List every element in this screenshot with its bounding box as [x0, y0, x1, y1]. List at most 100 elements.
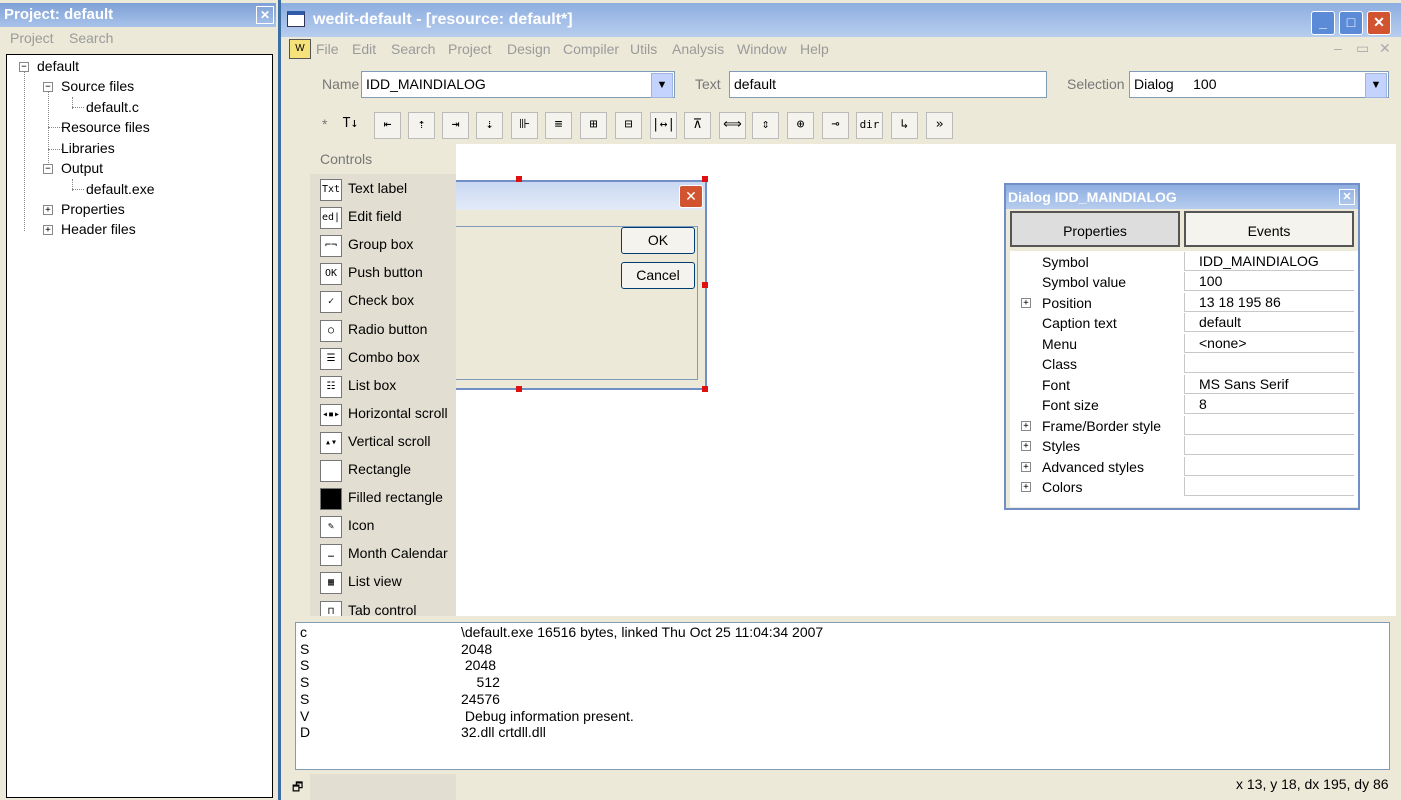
tree-item-libraries[interactable]: Libraries [61, 140, 115, 156]
expand-styles-icon[interactable]: + [1021, 441, 1031, 452]
expand-properties-icon[interactable]: + [43, 205, 53, 215]
collapse-source-files-icon[interactable]: − [43, 82, 53, 92]
space-vertical-icon[interactable]: ⊞ [580, 112, 607, 139]
control-vertical-scroll[interactable]: ▴▾ Vertical scroll [318, 429, 454, 455]
property-value[interactable]: <none> [1184, 333, 1354, 353]
control-filled-rectangle[interactable]: ■ Filled rectangle [318, 485, 454, 511]
property-value[interactable] [1184, 436, 1354, 456]
expand-colors-icon[interactable]: + [1021, 481, 1031, 492]
dir-icon[interactable]: dir [856, 112, 883, 139]
selection-combo[interactable]: Dialog 100 ▼ [1129, 71, 1389, 98]
text-order-icon[interactable]: T↓ [338, 112, 363, 137]
app-menu-icon[interactable]: W [289, 39, 311, 59]
center-horizontal-icon[interactable]: ≡ [545, 112, 572, 139]
design-dialog-close-icon[interactable]: ✕ [679, 185, 703, 208]
property-value[interactable]: MS Sans Serif [1184, 374, 1354, 394]
property-value[interactable]: 13 18 195 86 [1184, 292, 1354, 312]
menu-file[interactable]: File [316, 41, 339, 57]
property-value[interactable]: 8 [1184, 395, 1354, 415]
property-row-colors[interactable]: + Colors [1010, 476, 1356, 497]
tree-item-header-files[interactable]: Header files [61, 221, 136, 237]
close-icon[interactable]: ✕ [1367, 11, 1391, 35]
tree-item-properties[interactable]: Properties [61, 201, 125, 217]
menu-design[interactable]: Design [507, 41, 551, 57]
property-row-font-size[interactable]: Font size 8 [1010, 395, 1356, 415]
property-row-frame-border-style[interactable]: + Frame/Border style [1010, 415, 1356, 436]
same-height-icon[interactable]: ⊼ [684, 112, 711, 139]
design-dialog[interactable]: ✕ OK Cancel [440, 180, 707, 390]
design-cancel-button[interactable]: Cancel [621, 262, 695, 289]
selection-handle-top-right[interactable] [702, 176, 708, 182]
expand-position-icon[interactable]: + [1021, 297, 1031, 308]
menu-help[interactable]: Help [800, 41, 829, 57]
minimize-icon[interactable]: _ [1311, 11, 1335, 35]
expand-header-files-icon[interactable]: + [43, 225, 53, 235]
mdi-minimize-icon[interactable]: – [1334, 40, 1342, 56]
tree-item-default-exe[interactable]: default.exe [86, 181, 155, 197]
property-value[interactable]: default [1184, 313, 1354, 333]
menu-compiler[interactable]: Compiler [563, 41, 619, 57]
control-list-view[interactable]: ▦ List view [318, 569, 454, 595]
tab-order-icon[interactable]: ⊸ [822, 112, 849, 139]
test-dialog-icon[interactable]: ↳ [891, 112, 918, 139]
control-edit-field[interactable]: ed| Edit field [318, 204, 454, 230]
stretch-vertical-icon[interactable]: ⇕ [752, 112, 779, 139]
property-value[interactable] [1184, 476, 1354, 496]
selection-handle-bottom-right[interactable] [702, 386, 708, 392]
align-top-icon[interactable]: ⇡ [408, 112, 435, 139]
tree-item-output[interactable]: Output [61, 160, 103, 176]
control-push-button[interactable]: OK Push button [318, 260, 454, 286]
align-bottom-icon[interactable]: ⇣ [476, 112, 503, 139]
selection-handle-top[interactable] [516, 176, 522, 182]
text-field[interactable]: default [729, 71, 1047, 98]
events-tab-button[interactable]: Events [1184, 211, 1354, 247]
property-value[interactable] [1184, 354, 1354, 374]
control-text-label[interactable]: Txt Text label [318, 176, 454, 202]
selection-combo-chevron-down-icon[interactable]: ▼ [1365, 73, 1387, 98]
property-value[interactable]: 100 [1184, 272, 1354, 292]
control-month-calendar[interactable]: … Month Calendar [318, 541, 454, 567]
maximize-icon[interactable]: □ [1339, 11, 1363, 35]
control-check-box[interactable]: ✓ Check box [318, 288, 454, 314]
name-combo-chevron-down-icon[interactable]: ▼ [651, 73, 673, 98]
menu-utils[interactable]: Utils [630, 41, 657, 57]
selection-handle-bottom[interactable] [516, 386, 522, 392]
control-rectangle[interactable]: Rectangle [318, 457, 454, 483]
tab-search[interactable]: Search [69, 30, 113, 46]
align-left-icon[interactable]: ⇤ [374, 112, 401, 139]
menu-search[interactable]: Search [391, 41, 435, 57]
property-value[interactable] [1184, 456, 1354, 476]
property-row-menu[interactable]: Menu <none> [1010, 333, 1356, 354]
menu-window[interactable]: Window [737, 41, 787, 57]
collapse-root-icon[interactable]: − [19, 62, 29, 72]
control-icon[interactable]: ✎ Icon [318, 513, 454, 539]
output-restore-icon[interactable]: 🗗 [292, 778, 303, 799]
control-group-box[interactable]: ⌐¬ Group box [318, 232, 454, 258]
center-dialog-icon[interactable]: ⊕ [787, 112, 814, 139]
property-row-position[interactable]: + Position 13 18 195 86 [1010, 292, 1356, 313]
property-row-advanced-styles[interactable]: + Advanced styles [1010, 456, 1356, 477]
align-right-icon[interactable]: ⇥ [442, 112, 469, 139]
tree-item-source-files[interactable]: Source files [61, 78, 134, 94]
tab-project[interactable]: Project [10, 30, 54, 46]
mdi-restore-icon[interactable]: ▭ [1356, 40, 1369, 57]
property-value[interactable] [1184, 415, 1354, 435]
stretch-horizontal-icon[interactable]: ⟺ [719, 112, 746, 139]
toolbar-overflow-icon[interactable]: » [926, 112, 953, 139]
property-row-symbol-value[interactable]: Symbol value 100 [1010, 272, 1356, 292]
menu-project[interactable]: Project [448, 41, 492, 57]
tree-item-default[interactable]: default [37, 58, 79, 74]
selection-handle-right[interactable] [702, 282, 708, 288]
space-horizontal-icon[interactable]: ⊟ [615, 112, 642, 139]
center-vertical-icon[interactable]: ⊪ [511, 112, 538, 139]
expand-frame-border-style-icon[interactable]: + [1021, 420, 1031, 431]
collapse-output-icon[interactable]: − [43, 164, 53, 174]
menu-edit[interactable]: Edit [352, 41, 376, 57]
same-width-icon[interactable]: |↔| [650, 112, 677, 139]
control-radio-button[interactable]: ○ Radio button [318, 317, 454, 343]
mdi-close-icon[interactable]: ✕ [1379, 40, 1391, 57]
properties-close-icon[interactable]: ✕ [1339, 189, 1355, 205]
control-list-box[interactable]: ☷ List box [318, 373, 454, 399]
property-row-styles[interactable]: + Styles [1010, 436, 1356, 456]
property-row-class[interactable]: Class [1010, 354, 1356, 374]
